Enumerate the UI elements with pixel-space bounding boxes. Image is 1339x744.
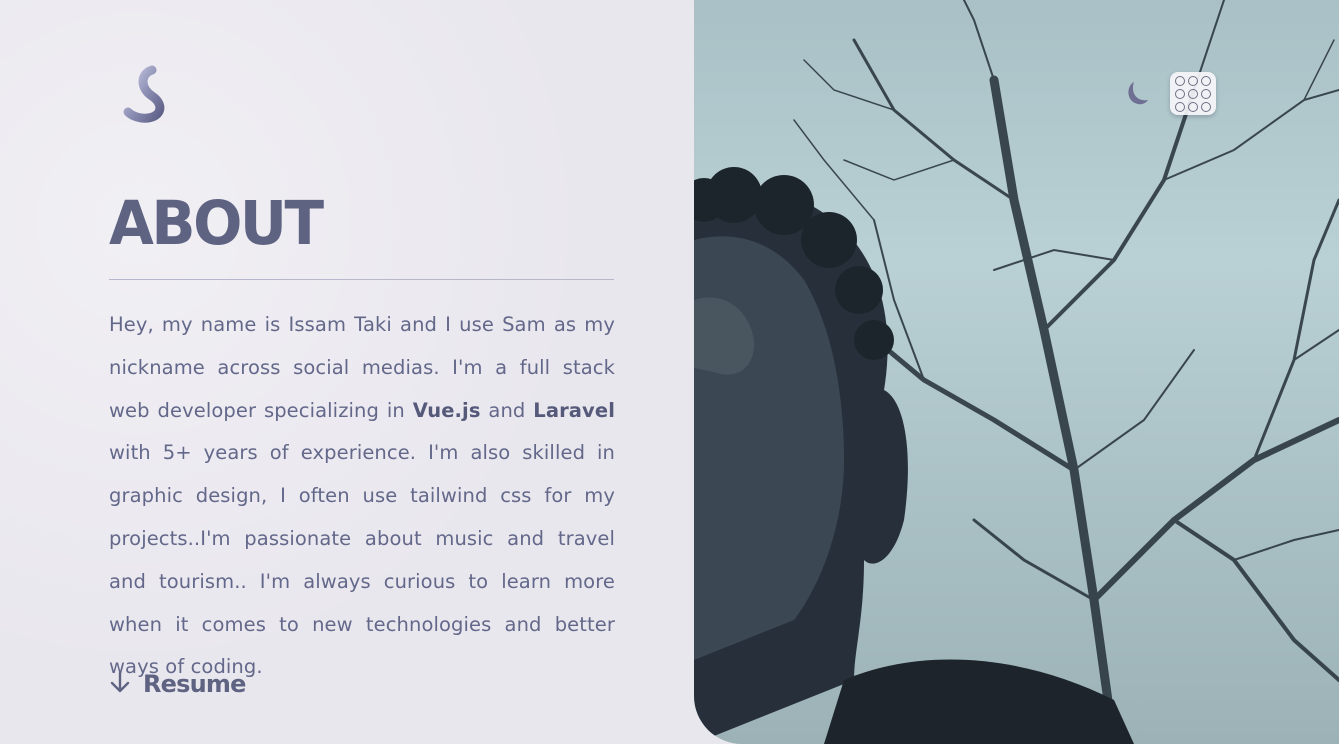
page-title: ABOUT bbox=[109, 187, 324, 259]
grid-dot bbox=[1201, 101, 1211, 112]
bio-paragraph: Hey, my name is Issam Taki and I use Sam… bbox=[109, 304, 615, 689]
bio-highlight-laravel: Laravel bbox=[533, 398, 615, 422]
grid-dot bbox=[1188, 101, 1198, 112]
s-logo-icon[interactable] bbox=[118, 62, 178, 126]
bio-highlight-vue: Vue.js bbox=[412, 398, 481, 422]
grid-dot bbox=[1201, 88, 1211, 99]
resume-link[interactable]: Resume bbox=[109, 664, 246, 704]
grid-dot bbox=[1175, 75, 1185, 86]
grid-dot bbox=[1175, 88, 1185, 99]
about-section: ABOUT Hey, my name is Issam Taki and I u… bbox=[0, 0, 694, 744]
grid-icon[interactable] bbox=[1170, 72, 1216, 115]
bio-text: with 5+ years of experience. I'm also sk… bbox=[109, 441, 615, 679]
grid-dot bbox=[1188, 75, 1198, 86]
resume-label: Resume bbox=[143, 670, 246, 698]
grid-dot bbox=[1201, 75, 1211, 86]
arrow-down-icon bbox=[109, 670, 131, 699]
grid-dot bbox=[1175, 101, 1185, 112]
portrait-photo bbox=[694, 0, 1339, 744]
about-page: ABOUT Hey, my name is Issam Taki and I u… bbox=[0, 0, 1339, 744]
grid-dot bbox=[1188, 88, 1198, 99]
bio-text: and bbox=[480, 398, 534, 422]
moon-icon[interactable] bbox=[1120, 76, 1150, 110]
title-divider bbox=[109, 279, 614, 280]
